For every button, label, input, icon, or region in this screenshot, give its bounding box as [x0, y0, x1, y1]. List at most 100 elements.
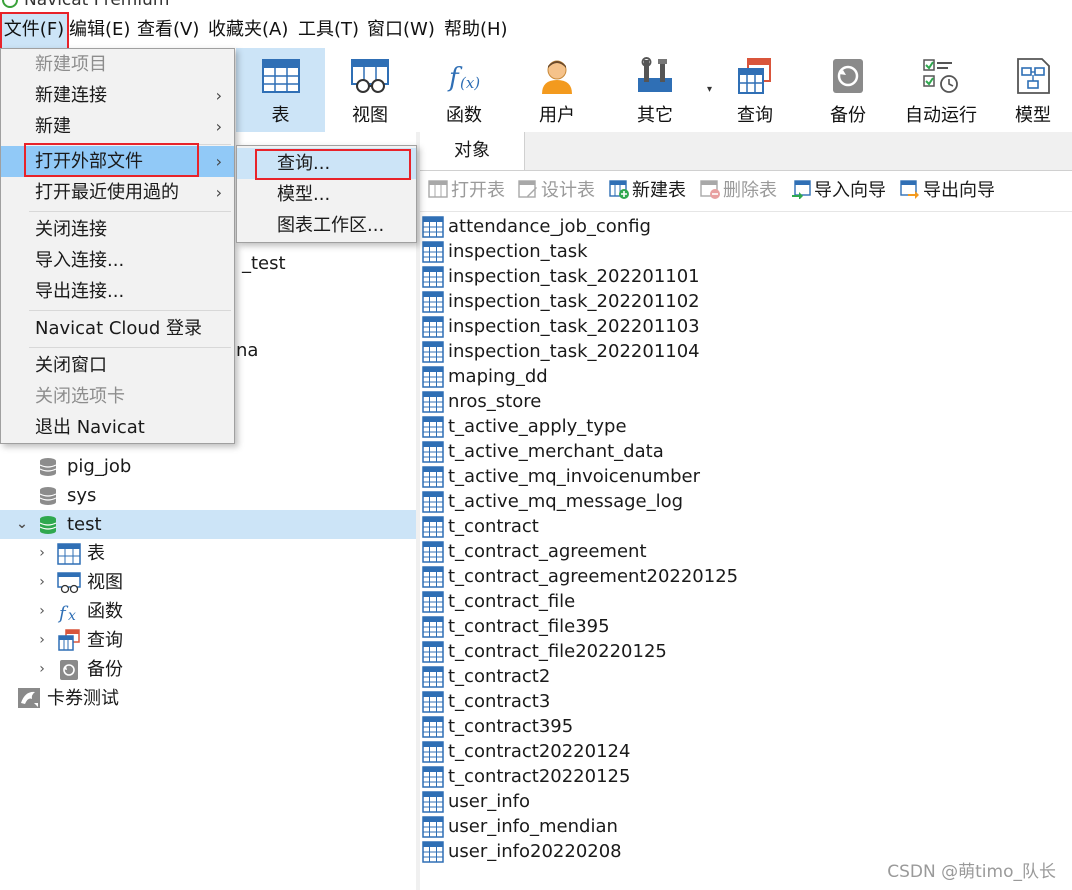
tree-item-label: 表	[87, 543, 105, 564]
table-name: t_contract_file	[448, 591, 576, 612]
menu-item-close-connection[interactable]: 关闭连接	[1, 214, 234, 245]
toolbar-query-button[interactable]: 查询	[710, 48, 800, 132]
toolbar-other-button[interactable]: 其它 ▾	[610, 48, 712, 132]
menu-window[interactable]: 窗口(W)	[367, 12, 435, 48]
tree-item-label: 查询	[87, 630, 123, 651]
toolbar-schedule-button[interactable]: 自动运行	[896, 48, 986, 132]
tree-connection-kaquan[interactable]: 卡券测试	[0, 684, 416, 713]
table-icon	[261, 59, 300, 93]
menu-item-new[interactable]: 新建 ›	[1, 111, 234, 142]
table-icon	[422, 766, 444, 788]
tab-objects[interactable]: 对象	[420, 132, 525, 170]
chevron-down-icon[interactable]: ⌄	[14, 510, 30, 539]
menu-separator	[29, 144, 231, 145]
import-wizard-button[interactable]: 导入向导	[791, 179, 886, 203]
submenu-arrow-icon: ›	[215, 86, 222, 105]
table-icon	[57, 543, 81, 565]
table-name: inspection_task	[448, 241, 588, 262]
submenu-item-model[interactable]: 模型...	[237, 179, 416, 210]
tree-node-views[interactable]: › 视图	[0, 568, 416, 597]
toolbar-function-button[interactable]: f (x) 函数	[419, 48, 509, 132]
menu-item-label: 导入连接...	[35, 250, 125, 271]
tree-item-label: test	[67, 514, 102, 535]
table-name: maping_dd	[448, 366, 548, 387]
menu-separator	[29, 347, 231, 348]
tree-item-label: _test	[242, 253, 286, 274]
tree-node-queries[interactable]: › 查询	[0, 626, 416, 655]
tree-db-pig-job[interactable]: pig_job	[0, 452, 416, 481]
submenu-item-label: 图表工作区...	[277, 215, 385, 236]
table-name: t_contract_file395	[448, 616, 610, 637]
file-menu-dropdown: 新建项目 新建连接 › 新建 › 打开外部文件 › 打开最近使用過的 › 关闭连接 导入…	[0, 48, 235, 444]
toolbar-model-button[interactable]: 模型	[988, 48, 1072, 132]
chevron-right-icon[interactable]: ›	[34, 568, 50, 597]
tree-item-label: 卡券测试	[47, 688, 119, 709]
window-title: Navicat Premium	[24, 0, 170, 10]
menu-edit[interactable]: 编辑(E)	[69, 12, 130, 48]
table-name: nros_store	[448, 391, 542, 412]
model-icon	[1017, 58, 1050, 94]
table-name: inspection_task_202201104	[448, 341, 700, 362]
open-table-button[interactable]: 打开表	[428, 179, 505, 203]
submenu-arrow-icon: ›	[215, 117, 222, 136]
table-name: attendance_job_config	[448, 216, 651, 237]
submenu-arrow-icon: ›	[215, 152, 222, 171]
tree-node-functions[interactable]: › f x 函数	[0, 597, 416, 626]
table-name: inspection_task_202201103	[448, 316, 700, 337]
toolbar-table-label: 表	[271, 105, 290, 126]
chevron-right-icon[interactable]: ›	[34, 597, 50, 626]
menu-tools[interactable]: 工具(T)	[298, 12, 359, 48]
chevron-right-icon[interactable]: ›	[34, 539, 50, 568]
toolbar-view-button[interactable]: 视图	[325, 48, 415, 132]
tree-node-backups[interactable]: › 备份	[0, 655, 416, 684]
table-icon	[422, 366, 444, 388]
backup-icon	[60, 660, 78, 680]
menu-item-exit[interactable]: 退出 Navicat	[1, 412, 234, 443]
submenu-item-chart-workspace[interactable]: 图表工作区...	[237, 210, 416, 241]
svg-text:x: x	[68, 608, 76, 623]
toolbar-user-label: 用户	[539, 105, 575, 126]
menu-item-export-connections[interactable]: 导出连接...	[1, 276, 234, 307]
tree-node-tables[interactable]: › 表	[0, 539, 416, 568]
tree-item-label: na	[236, 340, 259, 361]
menu-favorites[interactable]: 收藏夹(A)	[208, 12, 288, 48]
design-table-button[interactable]: 设计表	[518, 179, 595, 203]
toolbar-user-button[interactable]: 用户	[512, 48, 602, 132]
menu-item-import-connections[interactable]: 导入连接...	[1, 245, 234, 276]
function-icon: f (x)	[447, 63, 480, 93]
menu-view[interactable]: 查看(V)	[137, 12, 199, 48]
table-icon	[422, 516, 444, 538]
table-icon	[422, 216, 444, 238]
toolbar-table-button[interactable]: 表	[236, 48, 325, 132]
new-table-label: 新建表	[632, 180, 686, 201]
menu-item-open-recent[interactable]: 打开最近使用過的 ›	[1, 177, 234, 208]
menu-item-cloud-login[interactable]: Navicat Cloud 登录	[1, 313, 234, 344]
table-icon	[422, 266, 444, 288]
export-wizard-button[interactable]: 导出向导	[900, 179, 995, 203]
toolbar-backup-button[interactable]: 备份	[803, 48, 893, 132]
design-table-label: 设计表	[541, 180, 595, 201]
menu-item-new-connection[interactable]: 新建连接 ›	[1, 80, 234, 111]
submenu-item-query[interactable]: 查询...	[237, 148, 416, 179]
chevron-right-icon[interactable]: ›	[34, 655, 50, 684]
menu-file[interactable]: 文件(F)	[0, 12, 68, 48]
delete-table-button[interactable]: 删除表	[700, 179, 777, 203]
chevron-right-icon[interactable]: ›	[34, 626, 50, 655]
tree-db-sys[interactable]: sys	[0, 481, 416, 510]
table-icon	[422, 741, 444, 763]
table-name: user_info20220208	[448, 841, 622, 862]
new-table-button[interactable]: 新建表	[609, 179, 686, 203]
menu-item-open-external-file[interactable]: 打开外部文件 ›	[1, 146, 234, 177]
tree-item-label: sys	[67, 485, 97, 506]
menu-item-close-tab[interactable]: 关闭选项卡	[1, 381, 234, 412]
menu-help[interactable]: 帮助(H)	[444, 12, 508, 48]
table-name: t_contract395	[448, 716, 574, 737]
menu-item-new-project[interactable]: 新建项目	[1, 49, 234, 80]
menu-item-close-window[interactable]: 关闭窗口	[1, 350, 234, 381]
table-icon	[422, 391, 444, 413]
toolbar-view-label: 视图	[352, 105, 388, 126]
tree-db-test[interactable]: ⌄ test	[0, 510, 416, 539]
table-icon	[422, 541, 444, 563]
open-external-submenu: 查询... 模型... 图表工作区...	[236, 145, 417, 243]
menu-item-label: 关闭选项卡	[35, 386, 125, 407]
